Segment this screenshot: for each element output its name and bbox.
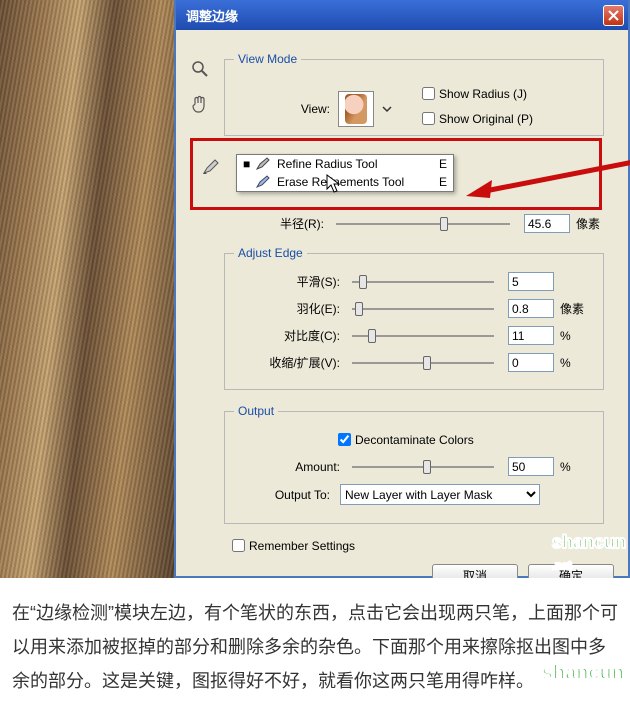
output-legend: Output	[234, 404, 278, 418]
eraser-brush-icon	[255, 175, 271, 189]
amount-slider[interactable]	[352, 464, 494, 470]
contrast-input[interactable]	[508, 326, 554, 345]
adjust-edge-legend: Adjust Edge	[234, 246, 307, 260]
dialog-titlebar[interactable]: 调整边缘	[176, 0, 628, 30]
amount-unit: %	[560, 460, 588, 474]
watermark: shancun.net	[542, 654, 624, 713]
view-label: View:	[270, 102, 330, 116]
cursor-pointer-icon	[326, 174, 342, 197]
dialog-title: 调整边缘	[186, 6, 238, 25]
refine-brush-tool-button[interactable]	[198, 156, 226, 178]
contrast-unit: %	[560, 329, 588, 343]
radius-label: 半径(R):	[224, 215, 324, 232]
remember-settings-checkbox[interactable]: Remember Settings	[228, 536, 355, 555]
chevron-down-icon[interactable]	[380, 102, 394, 116]
thumbnail-image	[345, 94, 367, 124]
show-radius-checkbox[interactable]: Show Radius (J)	[418, 84, 533, 103]
photo-hair-background	[0, 0, 180, 578]
shift-edge-unit: %	[560, 356, 588, 370]
decontaminate-checkbox[interactable]: Decontaminate Colors	[334, 430, 474, 449]
smooth-slider[interactable]	[352, 279, 494, 285]
menu-item-refine-radius[interactable]: ■ Refine Radius Tool E	[237, 155, 453, 173]
view-mode-legend: View Mode	[234, 52, 301, 66]
radius-slider[interactable]	[336, 221, 510, 227]
feather-slider[interactable]	[352, 306, 494, 312]
cancel-button[interactable]: 取消	[432, 564, 518, 578]
output-to-select[interactable]: New Layer with Layer Mask	[340, 484, 540, 505]
refine-edge-dialog: 调整边缘 View Mode View:	[174, 0, 630, 578]
view-mode-group: View Mode View: Show Radius (J) Show Ori…	[224, 52, 604, 136]
menu-item-erase-refinements[interactable]: Erase Refinements Tool E	[237, 173, 453, 191]
brush-icon	[255, 157, 271, 171]
feather-unit: 像素	[560, 300, 588, 317]
feather-input[interactable]	[508, 299, 554, 318]
shift-edge-slider[interactable]	[352, 360, 494, 366]
output-group: Output Decontaminate Colors Amount: % Ou…	[224, 404, 604, 524]
shift-edge-input[interactable]	[508, 353, 554, 372]
adjust-edge-group: Adjust Edge 平滑(S): 羽化(E): 像素 对比度(C):	[224, 246, 604, 390]
radius-unit: 像素	[576, 215, 604, 232]
amount-label: Amount:	[240, 460, 340, 474]
zoom-tool-icon[interactable]	[186, 60, 214, 78]
amount-input[interactable]	[508, 457, 554, 476]
description-paragraph: 在“边缘检测”模块左边，有个笔状的东西，点击它会出现两只笔，上面那个可以用来添加…	[0, 578, 630, 719]
view-thumbnail-button[interactable]	[338, 91, 374, 127]
feather-label: 羽化(E):	[240, 300, 340, 317]
radius-input[interactable]	[524, 214, 570, 233]
smooth-input[interactable]	[508, 272, 554, 291]
shift-edge-label: 收缩/扩展(V):	[240, 354, 340, 371]
hand-tool-icon[interactable]	[186, 94, 214, 114]
close-button[interactable]	[603, 5, 624, 26]
smooth-label: 平滑(S):	[240, 273, 340, 290]
watermark: shancun.net	[552, 532, 626, 574]
contrast-label: 对比度(C):	[240, 327, 340, 344]
close-icon	[608, 10, 619, 21]
red-arrow-annotation	[466, 158, 630, 198]
brush-tool-flyout-menu: ■ Refine Radius Tool E Erase Refinements…	[236, 154, 454, 192]
contrast-slider[interactable]	[352, 333, 494, 339]
output-to-label: Output To:	[240, 488, 330, 502]
show-original-checkbox[interactable]: Show Original (P)	[418, 109, 533, 128]
